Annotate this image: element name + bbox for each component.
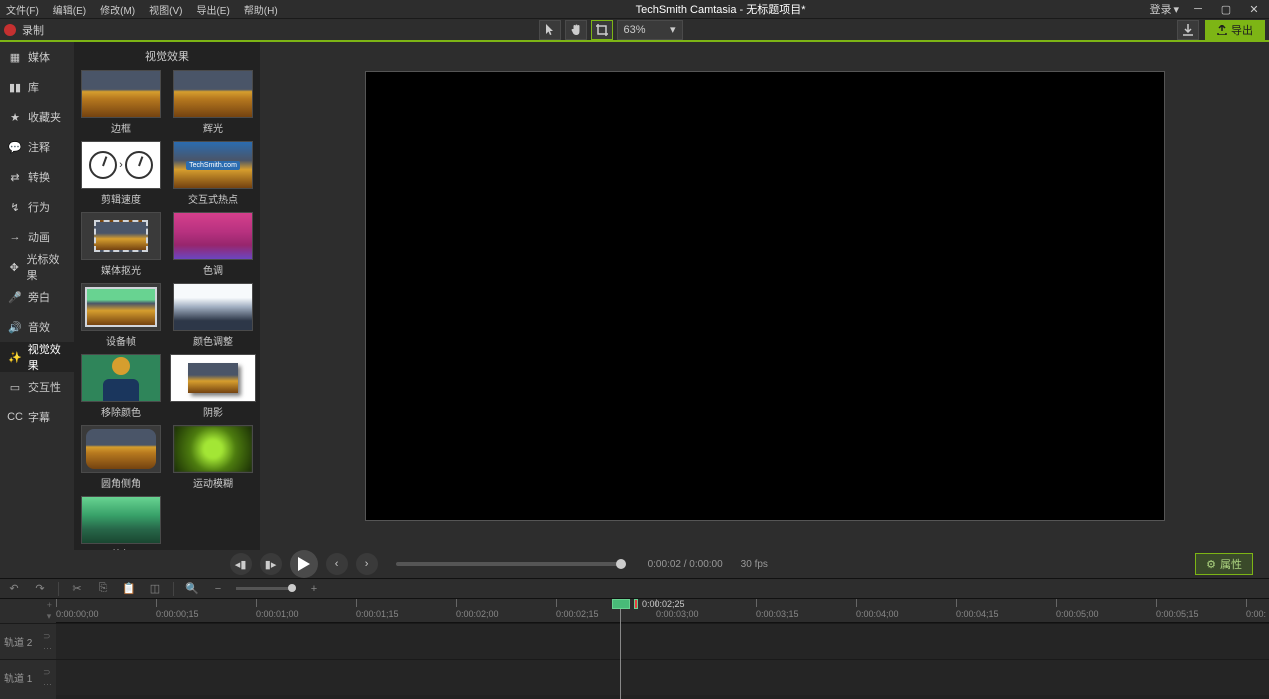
cc-icon: CC (8, 410, 22, 424)
maximize-icon[interactable]: ▢ (1217, 2, 1235, 16)
chevron-down-icon: ▾ (1173, 3, 1179, 16)
zoom-out-icon[interactable]: 🔍 (184, 581, 200, 597)
zoom-dropdown[interactable]: 63% ▾ (617, 20, 683, 40)
cursor-icon: ✥ (8, 260, 21, 274)
sidebar-item-library[interactable]: ▮▮库 (0, 72, 74, 102)
effect-media-matte[interactable]: 媒体抠光 (78, 212, 164, 277)
time-display: 0:00:02 / 0:00:00 (648, 559, 723, 570)
playhead[interactable]: 0:00:02;25 (612, 599, 685, 609)
split-button[interactable]: ◫ (147, 581, 163, 597)
undo-button[interactable]: ↶ (6, 581, 22, 597)
collapse-icon[interactable]: ▾ (47, 611, 52, 622)
prev-frame-button[interactable]: ◂▮ (230, 553, 252, 575)
visual-icon: ✨ (8, 350, 22, 364)
interactivity-icon: ▭ (8, 380, 22, 394)
menu-help[interactable]: 帮助(H) (244, 2, 278, 17)
media-icon: ▦ (8, 50, 22, 64)
menu-file[interactable]: 文件(F) (6, 2, 39, 17)
track-header-1[interactable]: 轨道 1 ⊃··· (0, 659, 56, 695)
effect-hotspot[interactable]: TechSmith.com交互式热点 (170, 141, 256, 206)
timeline: + ▾ 轨道 2 ⊃··· 轨道 1 ⊃··· 0:00:00;00 0:00:… (0, 599, 1269, 699)
sidebar-item-transition[interactable]: ⇄转换 (0, 162, 74, 192)
track-body-1[interactable] (56, 659, 1269, 695)
track-header-2[interactable]: 轨道 2 ⊃··· (0, 623, 56, 659)
seek-slider[interactable] (396, 562, 626, 566)
hand-tool[interactable] (565, 20, 587, 40)
sidebar-item-favorites[interactable]: ★收藏夹 (0, 102, 74, 132)
sidebar: ▦媒体 ▮▮库 ★收藏夹 💬注释 ⇄转换 ↯行为 →动画 ✥光标效果 🎤旁白 🔊… (0, 42, 74, 550)
plus-icon[interactable]: + (306, 581, 322, 597)
close-icon[interactable]: ✕ (1245, 2, 1263, 16)
effect-clip-speed[interactable]: ›剪辑速度 (78, 141, 164, 206)
toolbar: 录制 63% ▾ 导出 (0, 18, 1269, 42)
sidebar-item-visual[interactable]: ✨视觉效果 (0, 342, 74, 372)
sidebar-item-audio[interactable]: 🔊音效 (0, 312, 74, 342)
login-button[interactable]: 登录▾ (1149, 1, 1179, 17)
favorites-icon: ★ (8, 110, 22, 124)
sidebar-item-narration[interactable]: 🎤旁白 (0, 282, 74, 312)
effect-colorize[interactable]: 着色 (78, 496, 164, 550)
fps-display: 30 fps (741, 559, 768, 570)
export-button[interactable]: 导出 (1205, 20, 1265, 40)
playhead-line (620, 599, 621, 699)
app-title: TechSmith Camtasia - 无标题项目* (292, 1, 1150, 17)
behavior-icon: ↯ (8, 200, 22, 214)
sidebar-item-annotation[interactable]: 💬注释 (0, 132, 74, 162)
add-track-icon[interactable]: + (47, 600, 52, 610)
menu-bar: 文件(F) 编辑(E) 修改(M) 视图(V) 导出(E) 帮助(H) Tech… (0, 0, 1269, 18)
effect-color-adjust[interactable]: 颜色调整 (170, 283, 256, 348)
export-icon (1217, 25, 1227, 35)
gear-icon: ⚙ (1206, 558, 1216, 571)
animation-icon: → (8, 230, 22, 244)
record-icon (4, 24, 16, 36)
sidebar-item-animation[interactable]: →动画 (0, 222, 74, 252)
record-button[interactable]: 录制 (4, 22, 44, 38)
track-body-2[interactable] (56, 623, 1269, 659)
effect-remove-color[interactable]: 移除颜色 (78, 354, 164, 419)
effect-rounded[interactable]: 圆角侧角 (78, 425, 164, 490)
canvas-area (260, 42, 1269, 550)
effect-motion-blur[interactable]: 运动模糊 (170, 425, 256, 490)
sidebar-item-behavior[interactable]: ↯行为 (0, 192, 74, 222)
menu-share[interactable]: 导出(E) (196, 2, 229, 17)
effect-device-frame[interactable]: 设备帧 (78, 283, 164, 348)
download-button[interactable] (1177, 20, 1199, 40)
menu-view[interactable]: 视图(V) (149, 2, 182, 17)
library-icon: ▮▮ (8, 80, 22, 94)
copy-button[interactable]: ⎘ (95, 581, 111, 597)
sidebar-item-media[interactable]: ▦媒体 (0, 42, 74, 72)
step-back-button[interactable]: ‹ (326, 553, 348, 575)
properties-button[interactable]: ⚙ 属性 (1195, 553, 1253, 575)
annotation-icon: 💬 (8, 140, 22, 154)
crop-tool[interactable] (591, 20, 613, 40)
timeline-tools: ↶ ↷ ✂ ⎘ 📋 ◫ 🔍 − + (0, 578, 1269, 598)
timeline-zoom-slider[interactable] (236, 587, 296, 590)
sidebar-item-cc[interactable]: CC字幕 (0, 402, 74, 432)
sidebar-item-cursor[interactable]: ✥光标效果 (0, 252, 74, 282)
preview-canvas[interactable] (365, 71, 1165, 521)
minimize-icon[interactable]: ─ (1189, 2, 1207, 16)
playback-bar: ◂▮ ▮▸ ‹ › 0:00:02 / 0:00:00 30 fps ⚙ 属性 (0, 550, 1269, 578)
menu-edit[interactable]: 编辑(E) (53, 2, 86, 17)
play-button[interactable] (290, 550, 318, 578)
transition-icon: ⇄ (8, 170, 22, 184)
effects-panel: 视觉效果 边框 辉光 ›剪辑速度 TechSmith.com交互式热点 媒体抠光… (74, 42, 260, 550)
redo-button[interactable]: ↷ (32, 581, 48, 597)
sidebar-item-interactivity[interactable]: ▭交互性 (0, 372, 74, 402)
minus-icon[interactable]: − (210, 581, 226, 597)
menu-modify[interactable]: 修改(M) (100, 2, 135, 17)
narration-icon: 🎤 (8, 290, 22, 304)
chevron-down-icon: ▾ (670, 23, 676, 36)
effect-tint[interactable]: 色调 (170, 212, 256, 277)
step-forward-button[interactable]: › (356, 553, 378, 575)
audio-icon: 🔊 (8, 320, 22, 334)
paste-button[interactable]: 📋 (121, 581, 137, 597)
next-frame-button[interactable]: ▮▸ (260, 553, 282, 575)
panel-title: 视觉效果 (74, 42, 260, 70)
effect-shadow[interactable]: 阴影 (170, 354, 256, 419)
effect-glow[interactable]: 辉光 (170, 70, 256, 135)
cut-button[interactable]: ✂ (69, 581, 85, 597)
select-tool[interactable] (539, 20, 561, 40)
effect-border[interactable]: 边框 (78, 70, 164, 135)
